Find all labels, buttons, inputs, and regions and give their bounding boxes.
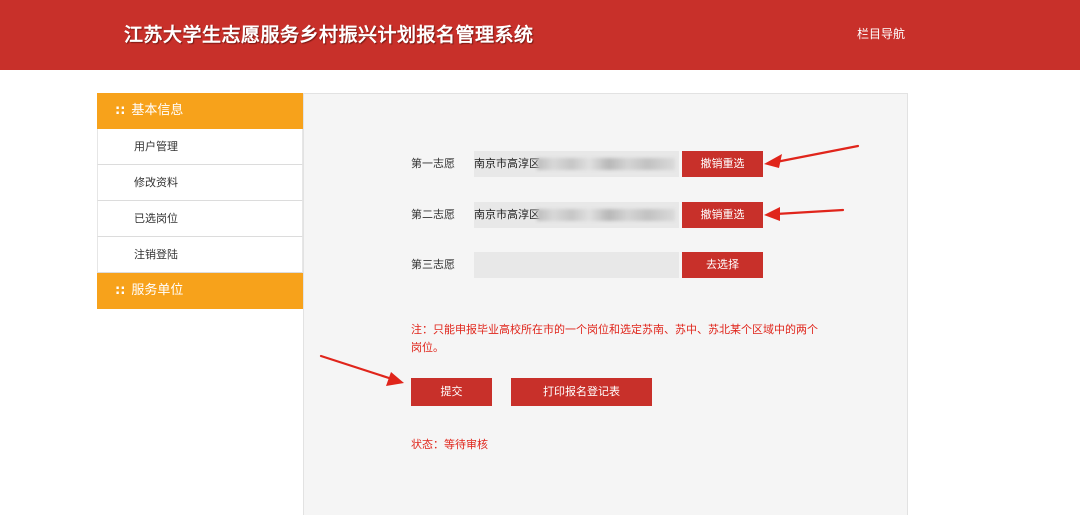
print-registration-button[interactable]: 打印报名登记表 (511, 378, 652, 406)
notice-text: 注：只能申报毕业高校所在市的一个岗位和选定苏南、苏中、苏北某个区域中的两个岗位。 (411, 323, 818, 354)
go-select-button[interactable]: 去选择 (682, 252, 763, 278)
main-panel: 第一志愿 南京市高淳区 撤销重选 第二志愿 南京市高淳区 撤销重选 第三志愿 去… (303, 93, 908, 515)
dots-icon: :: (115, 103, 126, 118)
choice-value: 南京市高淳区 (474, 157, 540, 170)
choice-label: 第三志愿 (411, 258, 455, 271)
choice-field-1: 南京市高淳区 (474, 151, 679, 177)
sidebar-section-service-unit[interactable]: :: 服务单位 (97, 273, 303, 309)
redacted-blur (537, 158, 675, 170)
sidebar-section-basic-info[interactable]: :: 基本信息 (97, 93, 303, 129)
column-nav-link[interactable]: 栏目导航 (857, 25, 905, 42)
cancel-reselect-button-1[interactable]: 撤销重选 (682, 151, 763, 177)
choice-label: 第二志愿 (411, 208, 455, 221)
top-header: 江苏大学生志愿服务乡村振兴计划报名管理系统 栏目导航 (0, 0, 1080, 70)
sidebar: :: 基本信息 用户管理 修改资料 已选岗位 注销登陆 :: 服务单位 (97, 93, 303, 309)
choice-label: 第一志愿 (411, 157, 455, 170)
sidebar-item-edit-profile[interactable]: 修改资料 (97, 165, 303, 201)
redacted-blur (537, 209, 675, 221)
sidebar-item-selected-positions[interactable]: 已选岗位 (97, 201, 303, 237)
status-text: 状态：等待审核 (411, 438, 488, 451)
choice-value: 南京市高淳区 (474, 208, 540, 221)
system-title: 江苏大学生志愿服务乡村振兴计划报名管理系统 (124, 24, 534, 46)
sidebar-section-label: 服务单位 (131, 283, 184, 298)
cancel-reselect-button-2[interactable]: 撤销重选 (682, 202, 763, 228)
sidebar-section-label: 基本信息 (131, 103, 184, 118)
submit-button[interactable]: 提交 (411, 378, 492, 406)
choice-field-2: 南京市高淳区 (474, 202, 679, 228)
sidebar-item-user-management[interactable]: 用户管理 (97, 129, 303, 165)
choice-field-3 (474, 252, 679, 278)
dots-icon: :: (115, 283, 126, 298)
sidebar-item-logout[interactable]: 注销登陆 (97, 237, 303, 273)
